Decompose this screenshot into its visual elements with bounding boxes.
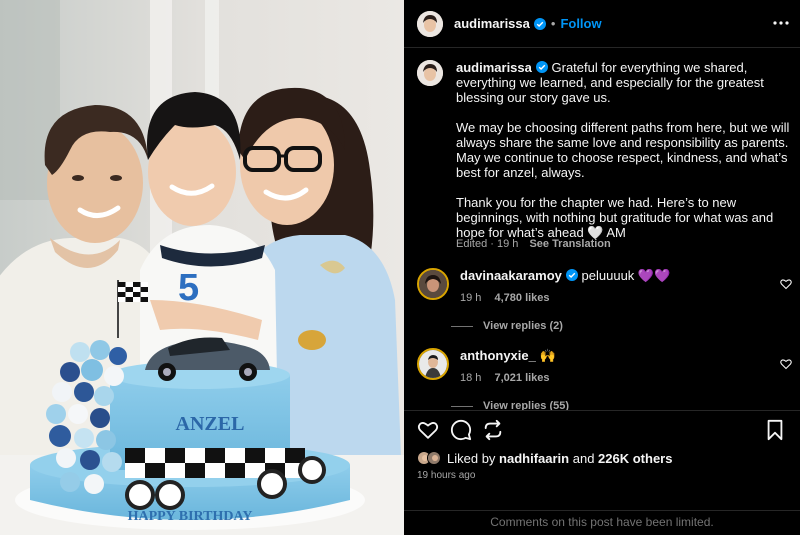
caption-avatar[interactable] xyxy=(417,60,443,86)
comment-body: anthonyxie_ 🙌 xyxy=(460,348,556,364)
replies-line xyxy=(451,405,473,407)
follow-button[interactable]: Follow xyxy=(560,16,601,31)
likes-others[interactable]: 226K others xyxy=(598,451,672,466)
replies-label: View replies (2) xyxy=(483,320,563,332)
header-separator: • xyxy=(550,16,556,31)
heart-icon[interactable] xyxy=(780,358,792,370)
heart-icon[interactable] xyxy=(780,278,792,290)
post-side-panel: audimarissa • Follow audimarissa Gratefu… xyxy=(404,0,800,535)
heart-icon[interactable] xyxy=(417,419,439,441)
comment-likes[interactable]: 7,021 likes xyxy=(494,372,549,384)
liker-avatar xyxy=(427,451,441,465)
likes-summary: Liked by nadhifaarin and 226K others xyxy=(417,449,672,467)
checkered-flag xyxy=(118,282,148,302)
more-icon[interactable] xyxy=(772,14,790,32)
verified-icon xyxy=(533,17,546,30)
comment-likes[interactable]: 4,780 likes xyxy=(494,292,549,304)
edited-time: Edited · 19 h xyxy=(456,238,519,250)
comment-username[interactable]: davinaakaramoy xyxy=(460,268,562,283)
replies-label: View replies (55) xyxy=(483,400,570,410)
cake-greeting: HAPPY BIRTHDAY xyxy=(128,509,253,524)
comment-time: 19 h xyxy=(460,292,482,304)
caption-username[interactable]: audimarissa xyxy=(456,60,532,75)
comment-text: 🙌 xyxy=(539,348,556,363)
comment-meta: 18 h 7,021 likes xyxy=(460,372,550,384)
liked-by-text: Liked by nadhifaarin and 226K others xyxy=(447,450,673,466)
post-header: audimarissa • Follow xyxy=(404,0,800,48)
comment-username[interactable]: anthonyxie_ xyxy=(460,348,536,363)
cake-name: ANZEL xyxy=(176,413,245,435)
author-avatar[interactable] xyxy=(417,10,443,37)
verified-icon xyxy=(565,269,578,281)
view-replies-button[interactable]: View replies (55) xyxy=(451,400,569,410)
commenter-avatar[interactable] xyxy=(417,268,449,300)
see-translation-link[interactable]: See Translation xyxy=(529,238,610,250)
post-actions: Liked by nadhifaarin and 226K others 19 … xyxy=(404,410,800,535)
caption-meta: Edited · 19 h See Translation xyxy=(456,238,611,250)
author-username[interactable]: audimarissa xyxy=(454,16,530,31)
replies-line xyxy=(451,325,473,327)
comments-scroll-area[interactable]: audimarissa Grateful for everything we s… xyxy=(404,48,800,410)
post-time[interactable]: 19 hours ago xyxy=(417,470,475,481)
caption-text: Grateful for everything we shared, every… xyxy=(456,60,790,240)
instagram-post-modal: 5 HAPPY BIRTHDAY ANZEL audimarissa • Fol… xyxy=(0,0,800,535)
comments-limited-notice: Comments on this post have been limited. xyxy=(404,510,800,529)
view-replies-button[interactable]: View replies (2) xyxy=(451,320,563,332)
comment-body: davinaakaramoy peluuuuk 💜💜 xyxy=(460,268,670,284)
commenter-avatar[interactable] xyxy=(417,348,449,380)
share-icon[interactable] xyxy=(482,419,504,441)
verified-icon xyxy=(535,61,548,73)
bookmark-icon[interactable] xyxy=(764,419,786,441)
caption-body: audimarissa Grateful for everything we s… xyxy=(456,60,796,240)
comment-icon[interactable] xyxy=(450,419,472,441)
comment-time: 18 h xyxy=(460,372,482,384)
liked-by-user[interactable]: nadhifaarin xyxy=(499,451,569,466)
comment-text: peluuuuk 💜💜 xyxy=(581,268,671,283)
post-photo: 5 HAPPY BIRTHDAY ANZEL xyxy=(0,0,404,535)
comment-meta: 19 h 4,780 likes xyxy=(460,292,550,304)
